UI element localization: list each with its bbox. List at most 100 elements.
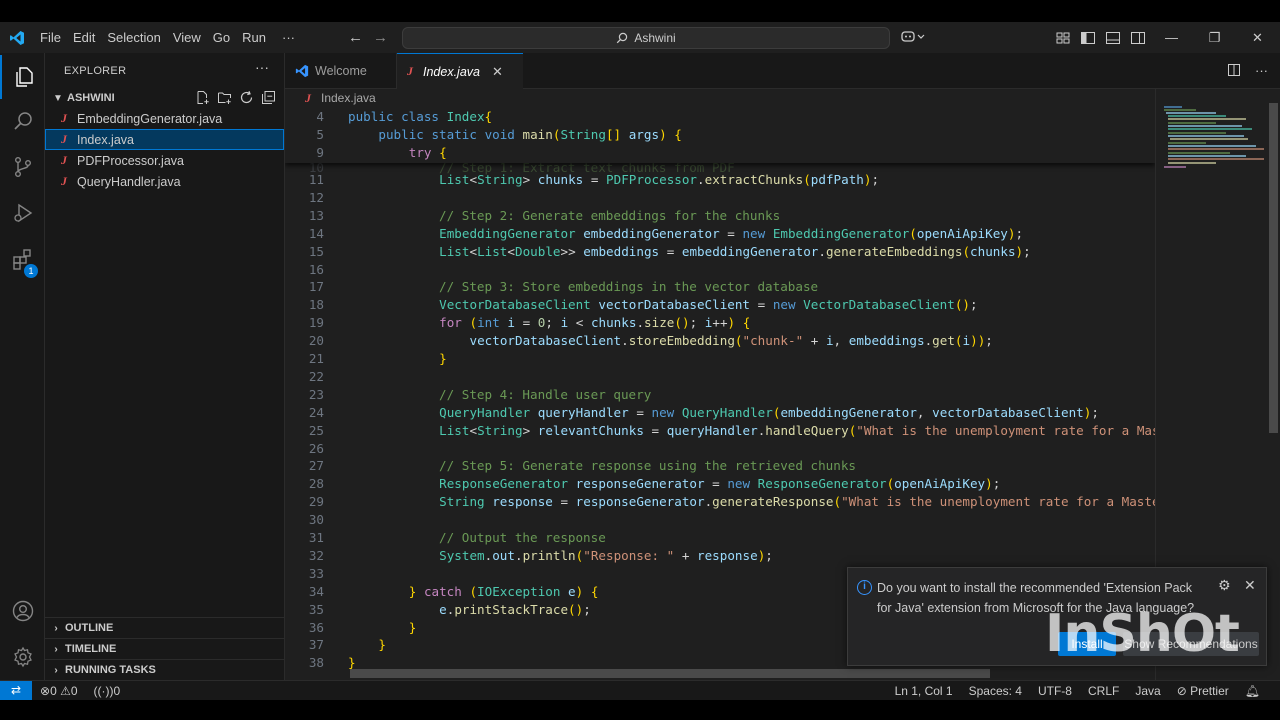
code-text: } catch (IOException e) {: [408, 583, 599, 599]
chevron-down-icon: ▼: [53, 92, 63, 104]
line-number: 36: [308, 619, 324, 635]
line-number: 35: [308, 601, 324, 617]
problems-indicator[interactable]: ⊗0 ⚠0: [40, 684, 78, 698]
close-tab-icon[interactable]: ✕: [492, 64, 503, 80]
code-line: 11 List<String> chunks = PDFProcessor.ex…: [285, 171, 1155, 189]
minimize-icon[interactable]: —: [1150, 30, 1193, 45]
menu-go[interactable]: Go: [207, 22, 236, 53]
code-text: e.printStackTrace();: [439, 601, 591, 617]
close-window-icon[interactable]: ✕: [1236, 30, 1279, 46]
search-view-icon[interactable]: [0, 99, 45, 143]
sticky-scroll[interactable]: 4 public class Index{5 public static void…: [285, 107, 1155, 163]
java-file-icon: J: [61, 153, 67, 167]
explorer-icon[interactable]: [0, 55, 45, 99]
manage-gear-icon[interactable]: [0, 635, 45, 679]
code-text: try {: [408, 145, 447, 160]
line-number: 19: [308, 315, 324, 331]
line-number: 33: [308, 565, 324, 581]
line-number: 23: [308, 386, 324, 402]
run-debug-icon[interactable]: [0, 191, 45, 235]
menu-more[interactable]: ···: [276, 22, 301, 53]
menu-run[interactable]: Run: [236, 22, 272, 53]
end-of-line[interactable]: CRLF: [1088, 684, 1119, 698]
toggle-primary-sidebar-icon[interactable]: [1080, 31, 1097, 45]
tab-index-java[interactable]: J Index.java ✕: [397, 53, 523, 89]
code-text: // Step 5: Generate response using the r…: [439, 458, 857, 474]
line-number: 32: [308, 547, 324, 563]
copilot-icon[interactable]: [900, 28, 926, 47]
file-item-pdfprocessor[interactable]: J PDFProcessor.java: [45, 150, 284, 171]
notification-settings-gear-icon[interactable]: ⚙: [1218, 577, 1231, 594]
line-number: 34: [308, 583, 324, 599]
split-editor-icon[interactable]: [1227, 63, 1241, 80]
code-line: 16: [285, 261, 1155, 279]
code-text: vectorDatabaseClient.storeEmbedding("chu…: [469, 333, 993, 349]
more-actions-icon[interactable]: ···: [1255, 63, 1268, 80]
encoding[interactable]: UTF-8: [1038, 684, 1072, 698]
explorer-more-button[interactable]: ···: [255, 59, 269, 75]
java-file-icon: J: [61, 132, 67, 146]
code-text: public static void main(String[] args) {: [378, 127, 682, 142]
accounts-icon[interactable]: [0, 589, 45, 633]
new-file-icon[interactable]: [195, 90, 210, 105]
menu-selection[interactable]: Selection: [101, 22, 166, 53]
file-name: PDFProcessor.java: [77, 153, 184, 168]
chevron-right-icon: ›: [54, 643, 58, 655]
warning-icon: ⚠: [60, 683, 71, 698]
remote-indicator-icon[interactable]: ⇄: [0, 681, 32, 701]
file-name: EmbeddingGenerator.java: [77, 111, 223, 126]
cursor-position[interactable]: Ln 1, Col 1: [895, 684, 953, 698]
restore-icon[interactable]: ❐: [1193, 30, 1236, 46]
collapse-all-icon[interactable]: [261, 90, 276, 105]
line-number: 14: [308, 225, 324, 241]
horizontal-scrollbar[interactable]: [350, 669, 990, 678]
file-item-index[interactable]: J Index.java: [45, 129, 284, 150]
back-arrow-icon[interactable]: ←: [348, 29, 363, 46]
vertical-scrollbar[interactable]: [1267, 89, 1280, 680]
menu-view[interactable]: View: [167, 22, 207, 53]
customize-layout-icon[interactable]: [1055, 31, 1072, 45]
error-icon: ⊗: [40, 683, 51, 698]
notifications-bell-icon[interactable]: 🔔︎: [1245, 684, 1260, 698]
command-center-search[interactable]: Ashwini: [402, 27, 890, 49]
line-number: 22: [308, 368, 324, 384]
extensions-icon[interactable]: 1: [0, 237, 45, 281]
workspace-folder[interactable]: ▼ ASHWINI: [45, 87, 284, 109]
code-text: List<String> chunks = PDFProcessor.extra…: [439, 172, 880, 187]
status-left: ⊗0 ⚠0 ((·))0: [40, 681, 120, 700]
menu-edit[interactable]: Edit: [67, 22, 101, 53]
tab-label: Welcome: [315, 64, 367, 78]
source-control-icon[interactable]: [0, 145, 45, 189]
prettier-status[interactable]: ⊘ Prettier: [1177, 684, 1229, 698]
running-tasks-section[interactable]: › RUNNING TASKS: [45, 659, 284, 680]
toggle-panel-icon[interactable]: [1105, 31, 1122, 45]
code-line: 31 // Output the response: [285, 529, 1155, 547]
new-folder-icon[interactable]: [217, 90, 232, 105]
breadcrumb[interactable]: J Index.java: [285, 89, 1155, 107]
line-number: 16: [308, 261, 324, 277]
menu-file[interactable]: File: [34, 22, 67, 53]
notification-close-icon[interactable]: ✕: [1244, 577, 1256, 594]
sticky-code-line: 5 public static void main(String[] args)…: [285, 126, 1155, 144]
code-text: }: [408, 619, 417, 635]
outline-section[interactable]: › OUTLINE: [45, 617, 284, 638]
file-name: Index.java: [77, 132, 134, 147]
toggle-secondary-sidebar-icon[interactable]: [1130, 31, 1147, 45]
language-mode[interactable]: Java: [1135, 684, 1160, 698]
status-right: Ln 1, Col 1 Spaces: 4 UTF-8 CRLF Java ⊘ …: [895, 681, 1260, 700]
file-item-queryhandler[interactable]: J QueryHandler.java: [45, 171, 284, 192]
nav-arrows: ← →: [348, 22, 388, 53]
forward-arrow-icon[interactable]: →: [373, 29, 388, 46]
code-text: // Step 3: Store embeddings in the vecto…: [439, 279, 819, 295]
refresh-icon[interactable]: [239, 90, 254, 105]
scrollbar-thumb[interactable]: [1269, 103, 1278, 433]
timeline-section[interactable]: › TIMELINE: [45, 638, 284, 659]
ports-indicator[interactable]: ((·))0: [94, 684, 121, 698]
line-number: 15: [308, 243, 324, 259]
vscode-tab-icon: [295, 64, 309, 78]
file-item-embeddinggenerator[interactable]: J EmbeddingGenerator.java: [45, 108, 284, 129]
indentation[interactable]: Spaces: 4: [969, 684, 1022, 698]
tab-welcome[interactable]: Welcome: [285, 53, 397, 89]
code-line: 22: [285, 368, 1155, 386]
java-file-icon: J: [61, 111, 67, 125]
